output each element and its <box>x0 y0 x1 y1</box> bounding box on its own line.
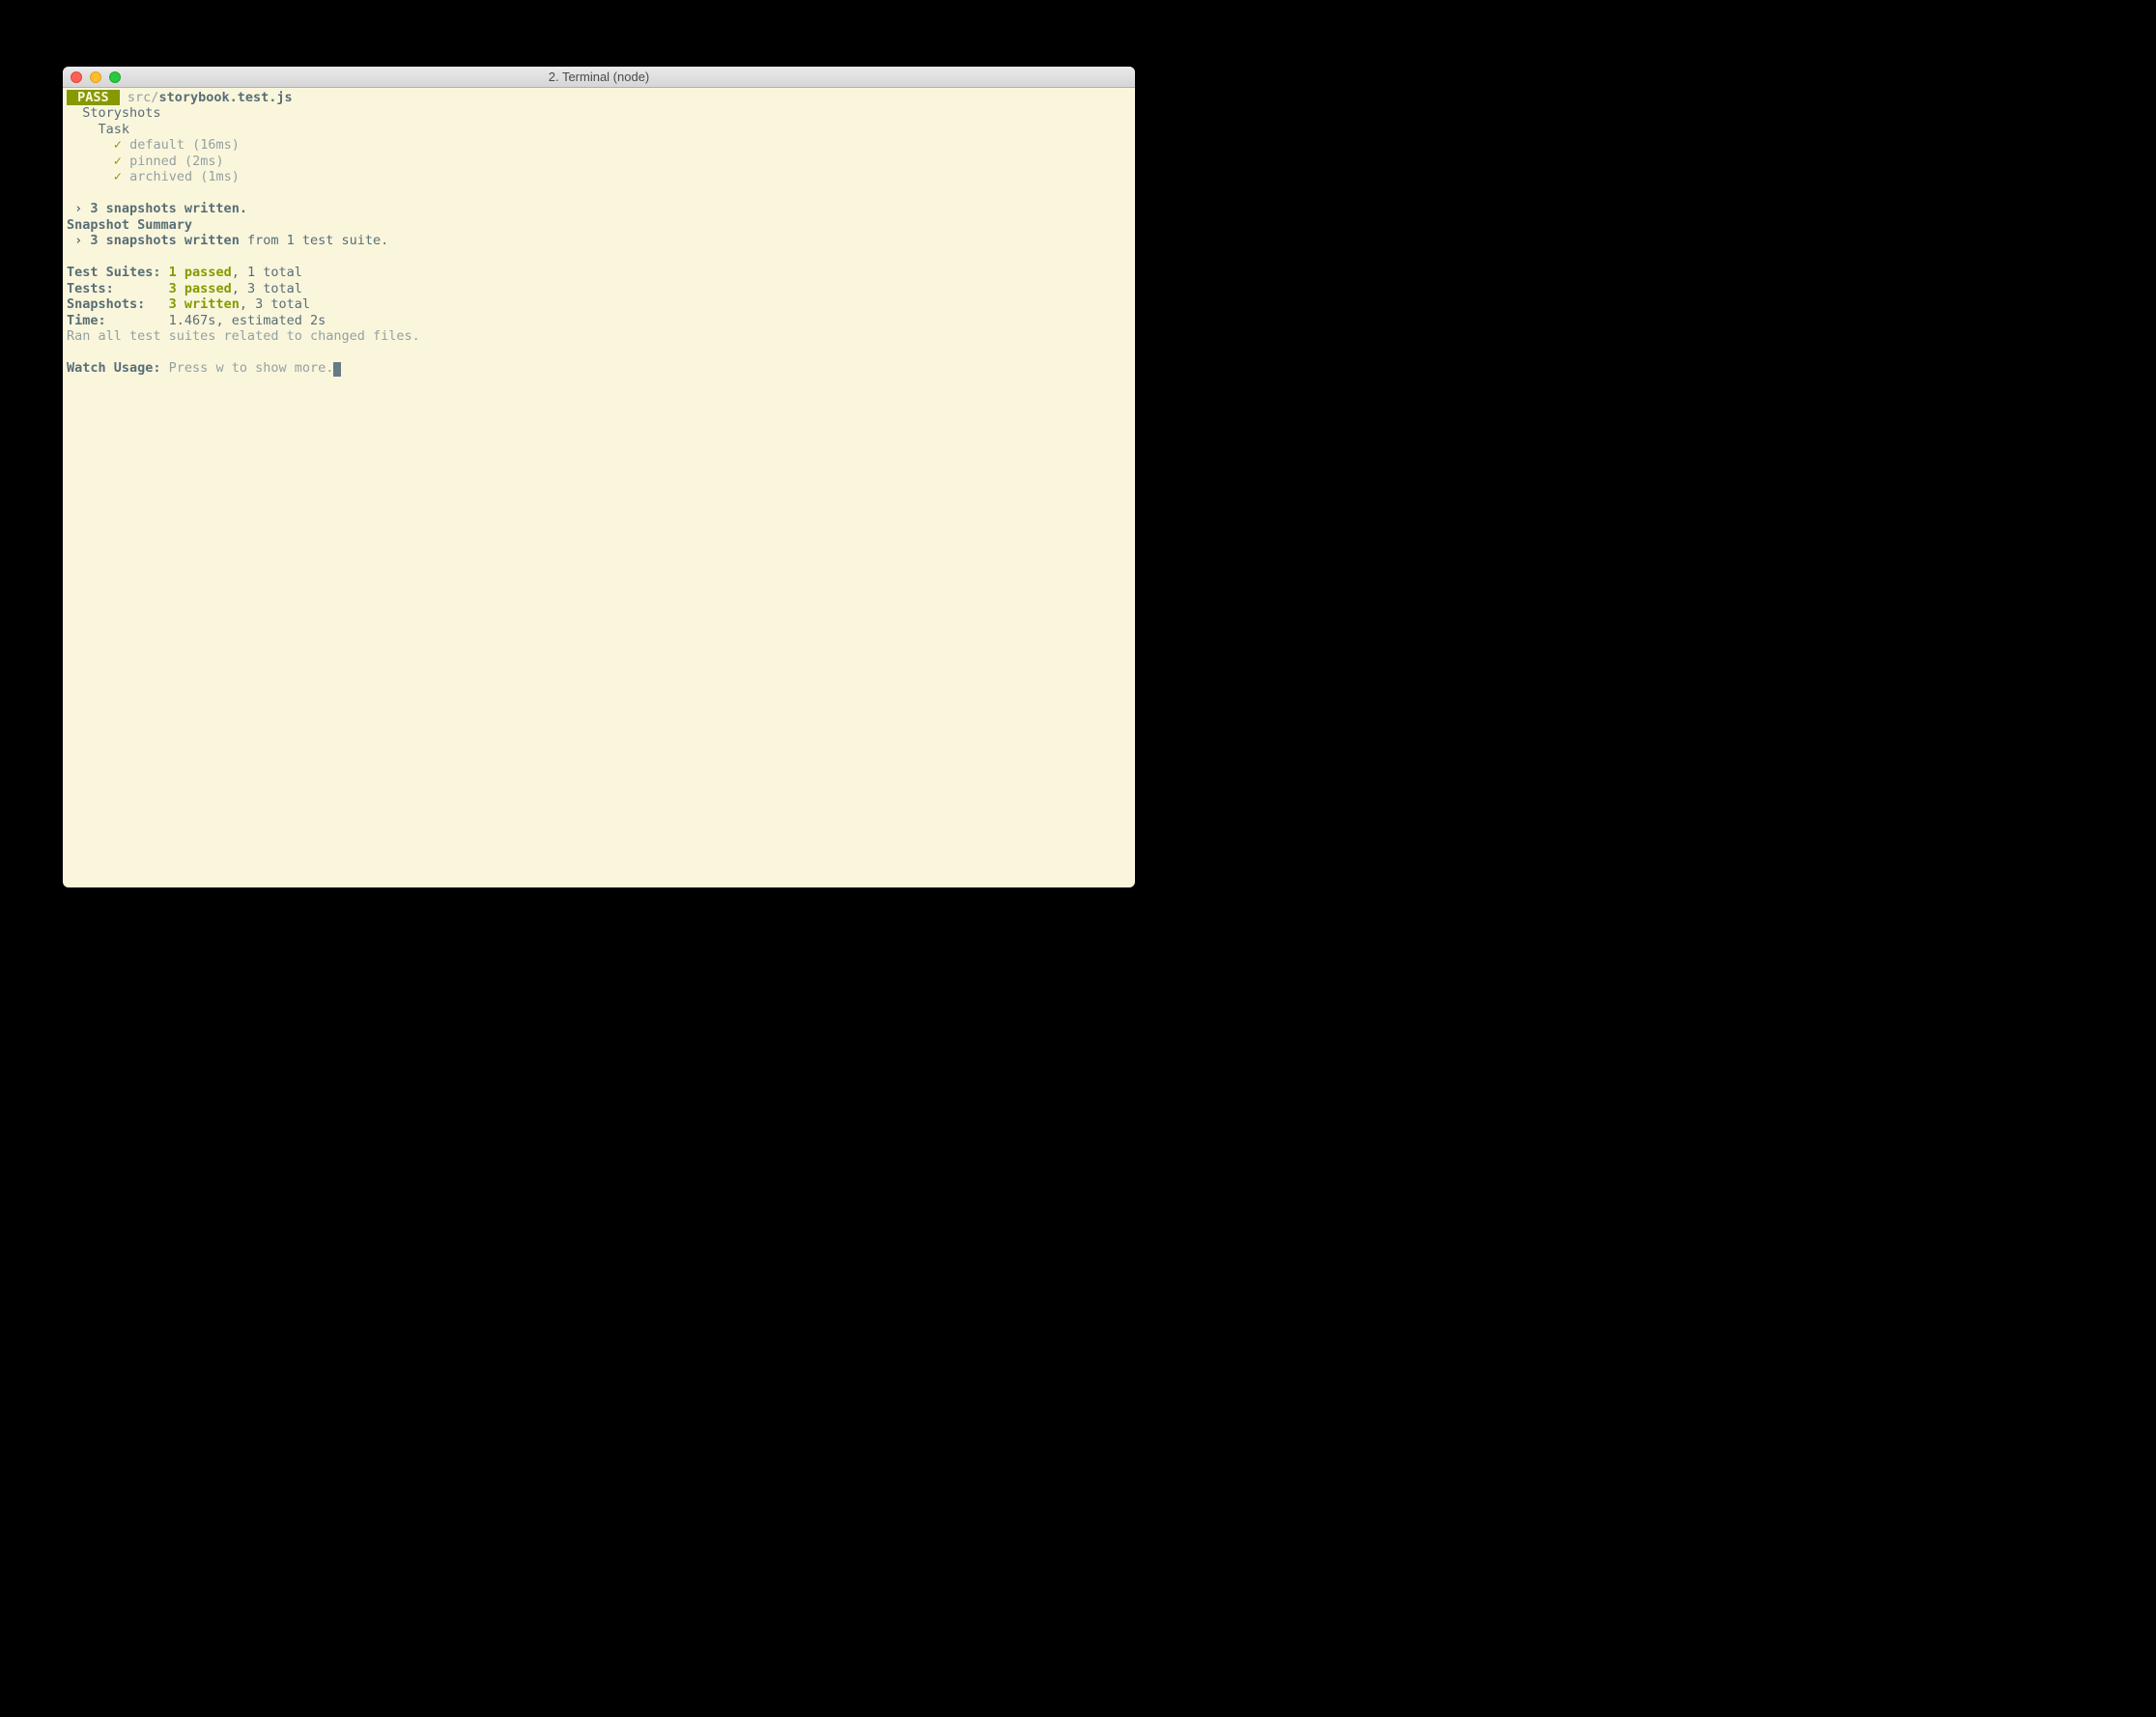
maximize-icon[interactable] <box>109 71 121 83</box>
snapshots-label: Snapshots: <box>67 296 169 312</box>
file-dir: src/ <box>128 90 159 105</box>
minimize-icon[interactable] <box>90 71 101 83</box>
arrow-icon: › <box>67 201 90 216</box>
suite-name: Storyshots <box>82 105 160 121</box>
arrow-icon: › <box>67 233 90 248</box>
ran-message: Ran all test suites related to changed f… <box>67 328 420 344</box>
test-item: default (16ms) <box>129 137 240 153</box>
tests-passed: 3 passed <box>169 281 232 296</box>
test-suites-total: , 1 total <box>232 265 302 280</box>
traffic-lights <box>63 71 121 83</box>
snapshot-summary-rest: from 1 test suite. <box>240 233 388 248</box>
check-icon: ✓ <box>114 169 122 184</box>
test-item: archived (1ms) <box>129 169 240 184</box>
test-suites-label: Test Suites: <box>67 265 169 280</box>
time-value: 1.467s, estimated 2s <box>169 313 326 328</box>
snapshots-written: 3 snapshots written. <box>90 201 247 216</box>
check-icon: ✓ <box>114 154 122 169</box>
snapshot-summary-bold: 3 snapshots written <box>90 233 239 248</box>
terminal-window: 2. Terminal (node) PASS src/storybook.te… <box>63 67 1135 887</box>
window-title: 2. Terminal (node) <box>63 70 1135 84</box>
titlebar: 2. Terminal (node) <box>63 67 1135 88</box>
file-name: storybook.test.js <box>158 90 292 105</box>
watch-usage-hint: Press w to show more. <box>169 360 334 376</box>
tests-label: Tests: <box>67 281 169 296</box>
check-icon: ✓ <box>114 137 122 153</box>
snapshots-written-count: 3 written <box>169 296 240 312</box>
pass-badge: PASS <box>67 90 120 105</box>
sub-suite-name: Task <box>99 122 130 137</box>
time-label: Time: <box>67 313 169 328</box>
terminal-output[interactable]: PASS src/storybook.test.js Storyshots Ta… <box>63 88 1135 887</box>
watch-usage-label: Watch Usage: <box>67 360 169 376</box>
test-item: pinned (2ms) <box>129 154 224 169</box>
tests-total: , 3 total <box>232 281 302 296</box>
cursor-icon <box>333 362 341 377</box>
snapshot-summary-label: Snapshot Summary <box>67 217 192 233</box>
test-suites-passed: 1 passed <box>169 265 232 280</box>
close-icon[interactable] <box>71 71 82 83</box>
snapshots-total: , 3 total <box>240 296 310 312</box>
